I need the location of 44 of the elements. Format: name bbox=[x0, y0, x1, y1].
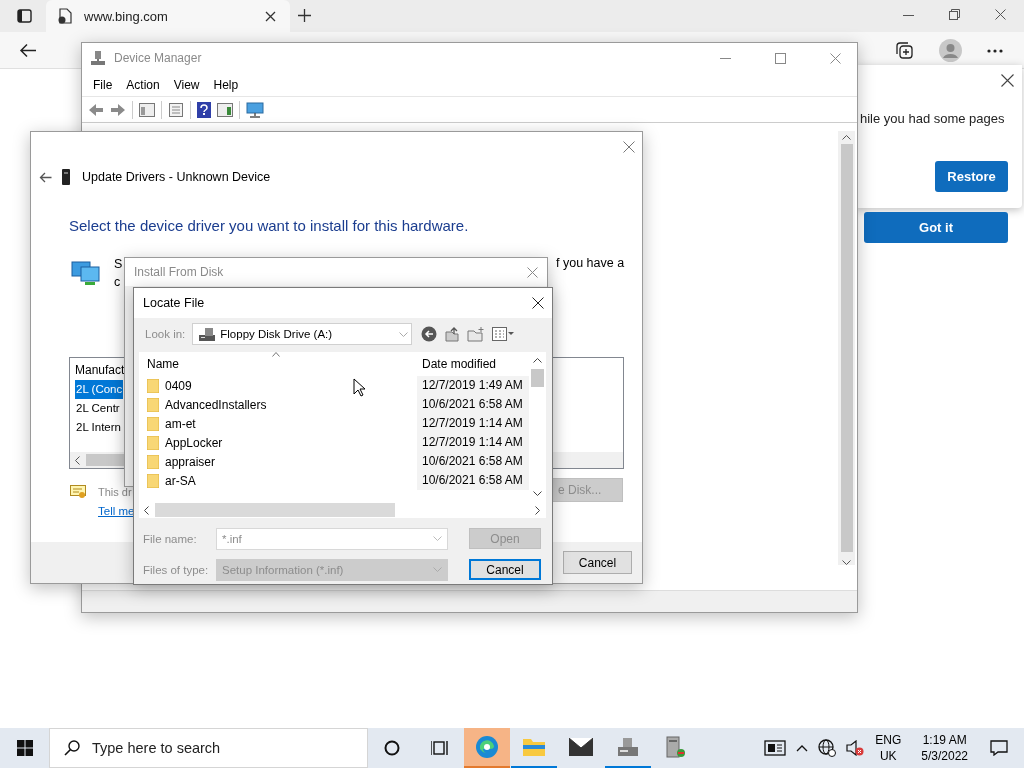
got-it-button[interactable]: Got it bbox=[864, 212, 1008, 243]
date-cell: 10/6/2021 6:58 AM bbox=[417, 471, 529, 490]
note-text: This dr bbox=[98, 486, 132, 498]
date-cell: 10/6/2021 6:58 AM bbox=[417, 395, 529, 414]
list-item[interactable]: 2L Intern bbox=[75, 418, 122, 437]
cancel-button[interactable]: Cancel bbox=[563, 551, 632, 574]
menu-item[interactable]: Help bbox=[206, 77, 246, 92]
field-label: Look in: bbox=[145, 328, 186, 340]
date-cell: 12/7/2019 1:14 AM bbox=[417, 414, 529, 433]
dialog-title: Update Drivers - Unknown Device bbox=[82, 170, 271, 184]
file-name[interactable]: AppLocker bbox=[165, 435, 223, 450]
list-item[interactable]: 2L (Conc bbox=[75, 380, 124, 399]
column-header[interactable]: Manufact bbox=[75, 361, 125, 380]
file-name[interactable]: am-et bbox=[165, 416, 196, 431]
search-field[interactable]: Type here to search bbox=[49, 728, 368, 768]
column-header[interactable]: Name bbox=[139, 357, 417, 371]
restore-button[interactable]: Restore bbox=[935, 161, 1008, 192]
language-indicator[interactable]: ENG UK bbox=[875, 732, 902, 764]
file-name[interactable]: ar-SA bbox=[165, 473, 196, 488]
menu-item[interactable]: Action bbox=[119, 77, 167, 92]
file-name[interactable]: appraiser bbox=[165, 454, 216, 469]
browser-tab[interactable]: www.bing.com bbox=[46, 0, 290, 32]
file-name-field[interactable]: *.inf bbox=[216, 527, 448, 550]
file-name[interactable]: 0409 bbox=[165, 378, 192, 393]
intro-text: f you have a bbox=[556, 256, 625, 270]
dialog-heading: Select the device driver you want to install for this hardware. bbox=[69, 217, 469, 234]
file-name[interactable]: AdvancedInstallers bbox=[165, 397, 267, 412]
popup-message: hile you had some pages bbox=[860, 111, 1005, 126]
menu-item[interactable]: View bbox=[166, 77, 207, 92]
intro-text: S bbox=[114, 256, 123, 273]
list-item[interactable]: 2L Centr bbox=[75, 399, 121, 418]
window-title: Device Manager bbox=[114, 51, 202, 65]
field-label: File name: bbox=[143, 532, 198, 545]
intro-text: c bbox=[114, 274, 122, 291]
date-cell: 10/6/2021 6:58 AM bbox=[417, 452, 529, 471]
menu-item[interactable]: File bbox=[86, 77, 120, 92]
date-cell: 12/7/2019 1:14 AM bbox=[417, 433, 529, 452]
cancel-button[interactable]: Cancel bbox=[469, 559, 541, 580]
date-cell: 12/7/2019 1:49 AM bbox=[417, 376, 529, 395]
window-title: Install From Disk bbox=[134, 265, 224, 279]
field-label: Files of type: bbox=[143, 563, 210, 576]
dialog-title: Locate File bbox=[143, 296, 205, 310]
look-in-dropdown[interactable]: Floppy Disk Drive (A:) bbox=[192, 323, 413, 345]
clock[interactable]: 1:19 AM 5/3/2022 bbox=[921, 732, 968, 764]
